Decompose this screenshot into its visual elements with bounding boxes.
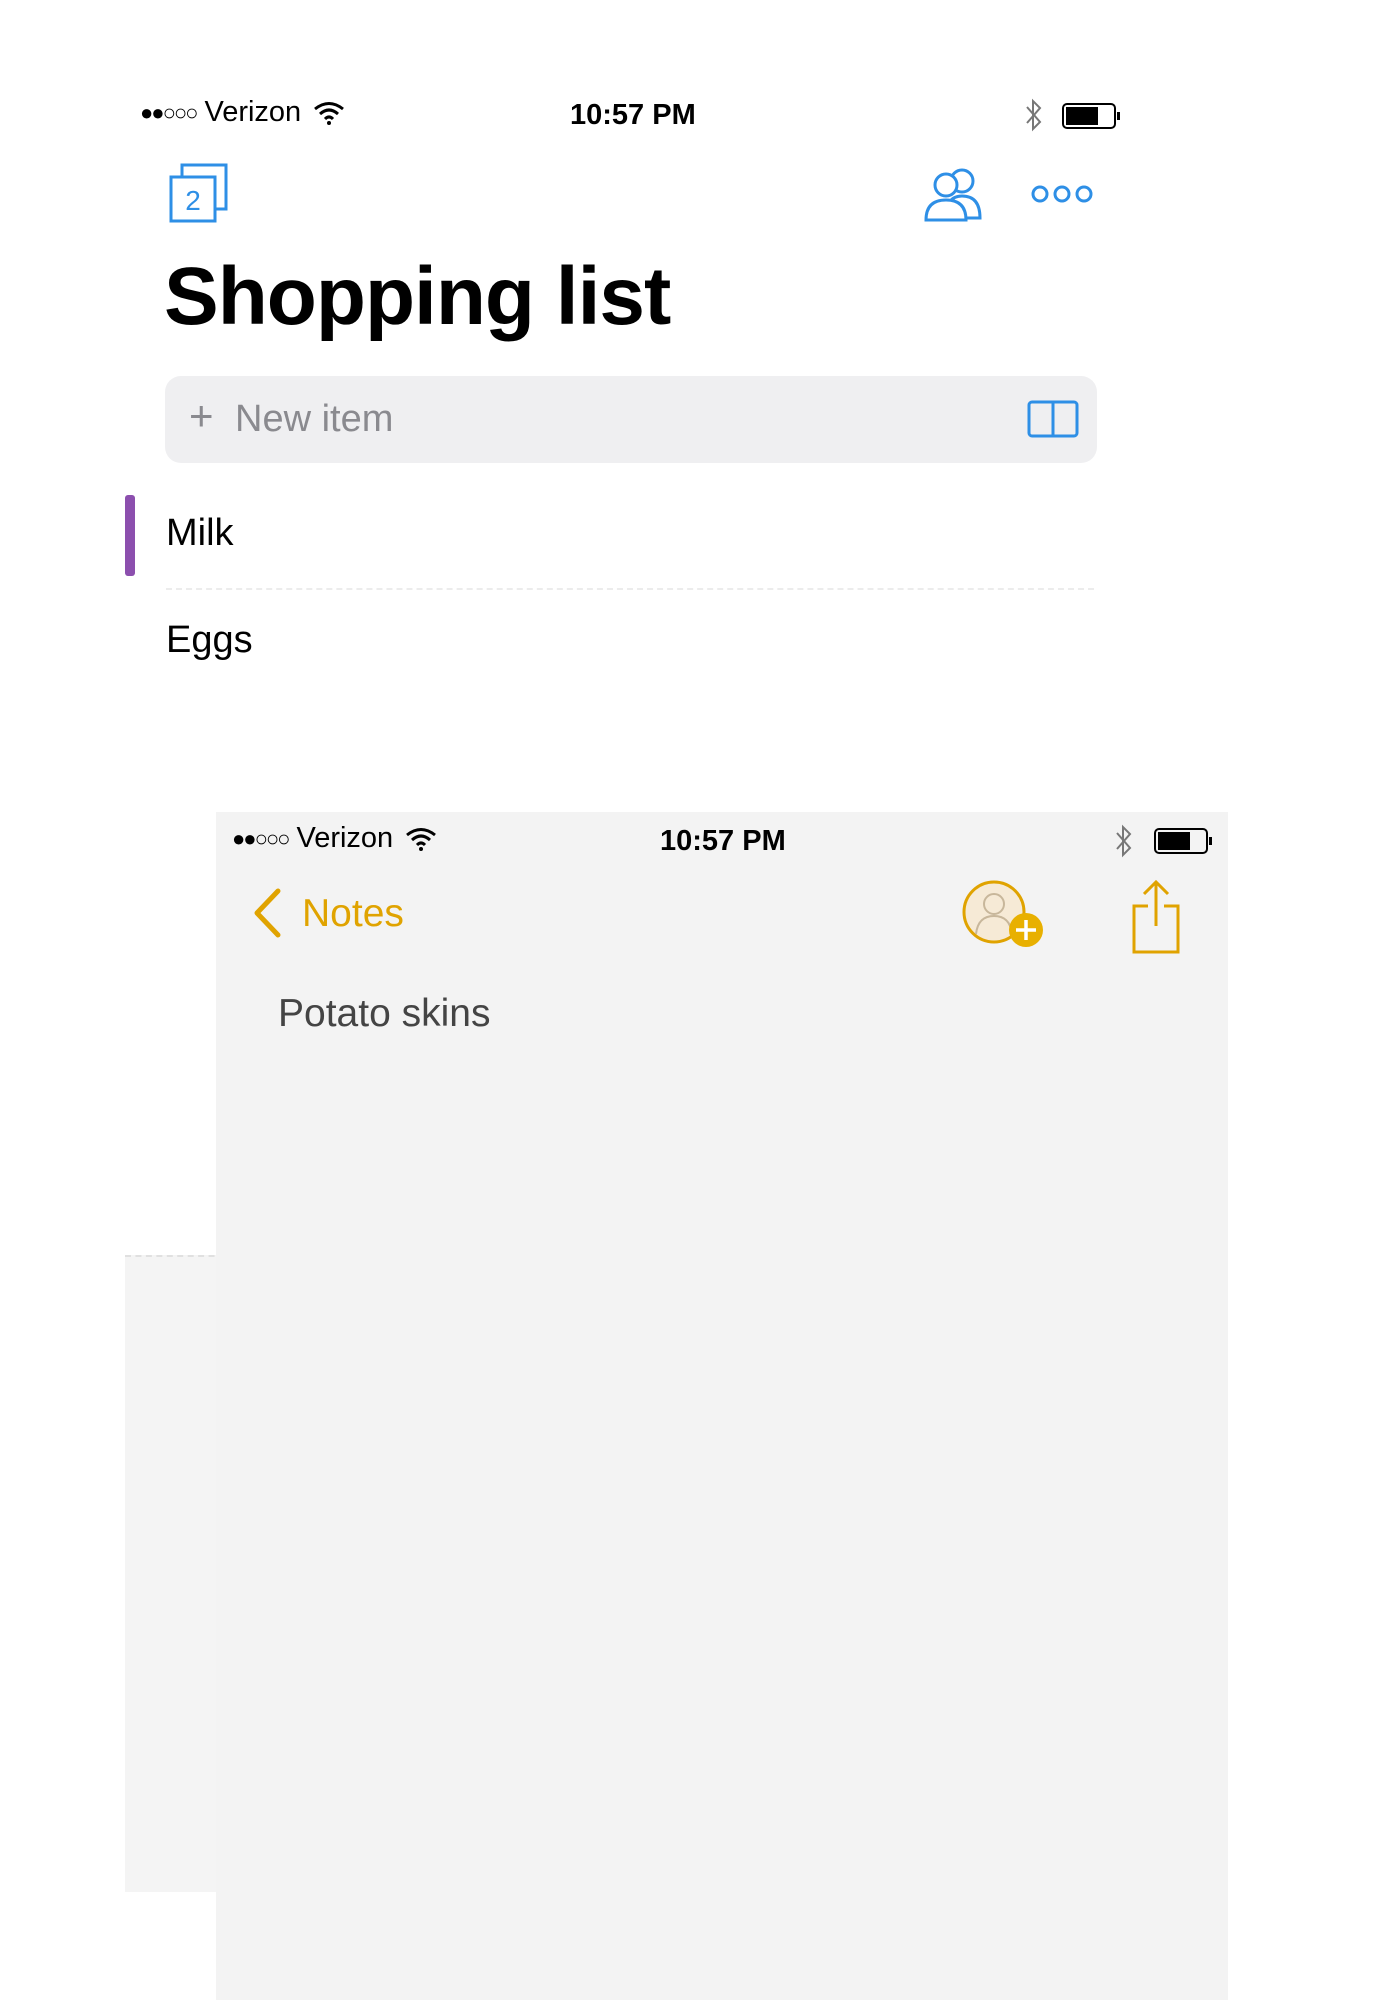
page-title: Shopping list bbox=[164, 251, 671, 342]
battery-icon bbox=[1062, 103, 1120, 129]
signal-dots: ●●○○○ bbox=[140, 99, 198, 125]
item-divider bbox=[166, 588, 1094, 590]
lists-stack-icon[interactable]: 2 bbox=[168, 163, 230, 225]
share-icon[interactable] bbox=[1130, 878, 1182, 956]
notes-app-window: ●●○○○ Verizon 10:57 PM Notes Potato skin… bbox=[216, 812, 1228, 2000]
share-people-icon[interactable] bbox=[922, 166, 986, 222]
list-count: 2 bbox=[185, 185, 201, 216]
status-time: 10:57 PM bbox=[570, 99, 696, 131]
more-icon[interactable] bbox=[1030, 183, 1094, 205]
status-bar-carrier: ●●○○○ Verizon bbox=[140, 96, 345, 129]
chevron-left-icon[interactable] bbox=[252, 888, 282, 938]
battery-icon bbox=[1154, 828, 1212, 854]
list-item[interactable]: Milk bbox=[166, 512, 234, 555]
carrier-name: Verizon bbox=[296, 822, 394, 854]
wifi-icon bbox=[406, 827, 437, 851]
new-item-input[interactable]: + New item bbox=[165, 376, 1097, 463]
wifi-icon bbox=[314, 101, 345, 125]
back-button-label[interactable]: Notes bbox=[302, 892, 404, 936]
plus-icon: + bbox=[189, 392, 214, 439]
note-body[interactable]: Potato skins bbox=[278, 992, 490, 1036]
bluetooth-icon bbox=[1116, 824, 1132, 858]
carrier-name: Verizon bbox=[204, 96, 302, 128]
book-icon[interactable] bbox=[1027, 400, 1079, 438]
bluetooth-icon bbox=[1026, 98, 1042, 132]
add-person-icon[interactable] bbox=[960, 878, 1050, 954]
selected-item-marker bbox=[125, 495, 135, 576]
status-bar-carrier: ●●○○○ Verizon bbox=[232, 822, 437, 855]
status-time: 10:57 PM bbox=[660, 825, 786, 857]
list-item[interactable]: Eggs bbox=[166, 619, 253, 662]
new-item-placeholder: New item bbox=[235, 398, 394, 440]
signal-dots: ●●○○○ bbox=[232, 825, 290, 851]
background-paper-strip bbox=[125, 1255, 225, 1892]
